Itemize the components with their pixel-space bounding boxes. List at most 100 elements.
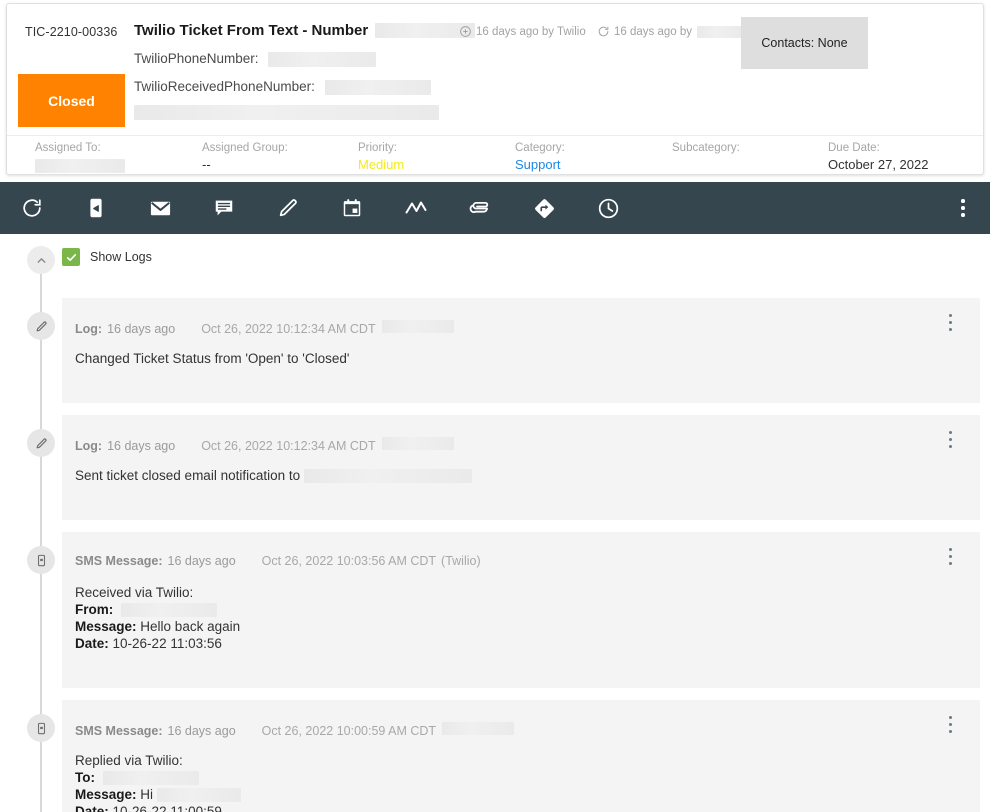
time-button[interactable]: [576, 182, 640, 234]
ticket-field-category: Category: Support: [515, 141, 565, 173]
email-button[interactable]: [128, 182, 192, 234]
field-label: Assigned Group:: [202, 142, 288, 154]
redacted-entry-user: [381, 437, 454, 450]
redacted-line-value: [304, 469, 473, 484]
entry-type: SMS Message:: [75, 724, 163, 738]
entry-body-line: From:: [75, 601, 240, 618]
entry-body-line: Message: Hello back again: [75, 618, 240, 635]
timeline-node-pencil-icon: [27, 312, 55, 340]
collapse-timeline-button[interactable]: [27, 246, 55, 274]
timeline-entry: SMS Message: 16 days ago Oct 26, 2022 10:0…: [62, 700, 980, 812]
entry-meta: SMS Message: 16 days ago Oct 26, 2022 10:0…: [75, 722, 515, 738]
contacts-button[interactable]: Contacts: None: [741, 17, 868, 69]
ticket-title-row: Twilio Ticket From Text - Number: [134, 22, 476, 39]
entry-relative-time: 16 days ago: [167, 554, 236, 568]
entry-body: Replied via Twilio: To: Message: Hi Date: …: [75, 752, 242, 812]
line-text: Hello back again: [140, 619, 241, 634]
entry-absolute-time: Oct 26, 2022 10:00:59 AM CDT: [261, 724, 437, 738]
line-text: Replied via Twilio:: [75, 753, 183, 768]
redacted-value: [324, 79, 431, 95]
ticket-fields-row: Assigned To: Assigned Group: -- Priority: Me…: [7, 141, 983, 175]
entry-kebab-menu-icon[interactable]: [948, 714, 952, 735]
field-value: October 27, 2022: [828, 157, 929, 172]
entry-absolute-time: Oct 26, 2022 10:12:34 AM CDT: [201, 322, 376, 336]
action-toolbar: [0, 182, 990, 234]
show-logs-checkbox[interactable]: [62, 248, 80, 266]
kebab-dot: [948, 715, 952, 720]
kebab-dot: [948, 327, 952, 332]
entry-type: Log:: [75, 439, 103, 453]
entry-body-line: To:: [75, 769, 241, 786]
line-label: Message:: [75, 619, 137, 634]
entry-body-line: Message: Hi: [75, 786, 242, 803]
line-text: Changed Ticket Status from 'Open' to 'Cl…: [75, 351, 350, 366]
field-label: Category:: [515, 142, 565, 154]
redacted-value: [268, 51, 377, 67]
entry-type: Log:: [75, 322, 103, 336]
created-text: 16 days ago by Twilio: [476, 25, 586, 38]
kebab-dot: [948, 554, 952, 559]
entry-body: Sent ticket closed email notification to: [75, 467, 473, 484]
timeline-node-mobile-icon: [27, 714, 55, 742]
field-label: TwilioPhoneNumber:: [134, 51, 259, 66]
line-label: Date:: [75, 804, 109, 812]
line-text: 10-26-22 11:00:59: [112, 804, 222, 812]
kebab-dot: [948, 444, 952, 449]
redacted-entry-user: [381, 320, 454, 333]
field-label: Assigned To:: [35, 142, 101, 154]
entry-body-line: Changed Ticket Status from 'Open' to 'Cl…: [75, 350, 349, 367]
kebab-dot: [948, 722, 952, 727]
show-logs-row: Show Logs: [62, 248, 152, 266]
entry-type: SMS Message:: [75, 554, 163, 568]
kebab-dot: [948, 547, 952, 552]
entry-kebab-menu-icon[interactable]: [948, 546, 952, 567]
entry-body-line: Date: 10-26-22 11:00:59: [75, 803, 241, 812]
kebab-menu-icon[interactable]: [936, 182, 990, 234]
entry-relative-time: 16 days ago: [107, 439, 176, 453]
kebab-dot: [961, 206, 965, 210]
line-label: To:: [75, 770, 95, 785]
entry-kebab-menu-icon[interactable]: [948, 312, 952, 333]
field-value: Medium: [358, 157, 405, 172]
field-label: Subcategory:: [672, 142, 740, 154]
entry-body-line: Replied via Twilio:: [75, 752, 241, 769]
entry-kebab-menu-icon[interactable]: [948, 429, 952, 450]
edit-button[interactable]: [256, 182, 320, 234]
kebab-dot: [948, 313, 952, 318]
page-title: Twilio Ticket From Text - Number: [134, 22, 369, 39]
show-logs-label: Show Logs: [90, 250, 152, 264]
timeline-entry: SMS Message: 16 days ago Oct 26, 2022 10:0…: [62, 532, 980, 688]
sms-reply-button[interactable]: [64, 182, 128, 234]
entry-body-line: Received via Twilio:: [75, 584, 240, 601]
comment-button[interactable]: [192, 182, 256, 234]
refresh-icon: [597, 25, 610, 38]
field-value[interactable]: Support: [515, 156, 565, 173]
kebab-dot: [948, 729, 952, 734]
line-text: Received via Twilio:: [75, 585, 194, 600]
line-label: Message:: [75, 787, 137, 802]
field-label: Due Date:: [828, 142, 880, 154]
redacted-entry-user: [442, 722, 515, 735]
line-text: 10-26-22 11:03:56: [112, 636, 222, 651]
route-button[interactable]: [512, 182, 576, 234]
activity-button[interactable]: [384, 182, 448, 234]
status-badge: Closed: [18, 74, 125, 127]
entry-meta: SMS Message: 16 days ago Oct 26, 2022 10:0…: [75, 554, 481, 568]
redacted-description-line: [134, 105, 439, 120]
calendar-button[interactable]: [320, 182, 384, 234]
field-value: --: [202, 157, 211, 172]
field-label: Priority:: [358, 142, 397, 154]
ticket-field-duedate: Due Date: October 27, 2022: [828, 141, 928, 173]
line-text: Sent ticket closed email notification to: [75, 468, 301, 483]
kebab-dot: [948, 561, 952, 566]
timeline-node-pencil-icon: [27, 429, 55, 457]
entry-body-line: Date: 10-26-22 11:03:56: [75, 635, 240, 652]
redacted-updated-user: [697, 25, 744, 38]
attachment-button[interactable]: [448, 182, 512, 234]
header-divider: [7, 135, 983, 136]
kebab-dot: [948, 430, 952, 435]
updated-text: 16 days ago by: [614, 25, 693, 38]
entry-relative-time: 16 days ago: [167, 724, 236, 738]
refresh-button[interactable]: [0, 182, 64, 234]
entry-body: Changed Ticket Status from 'Open' to 'Cl…: [75, 350, 349, 367]
